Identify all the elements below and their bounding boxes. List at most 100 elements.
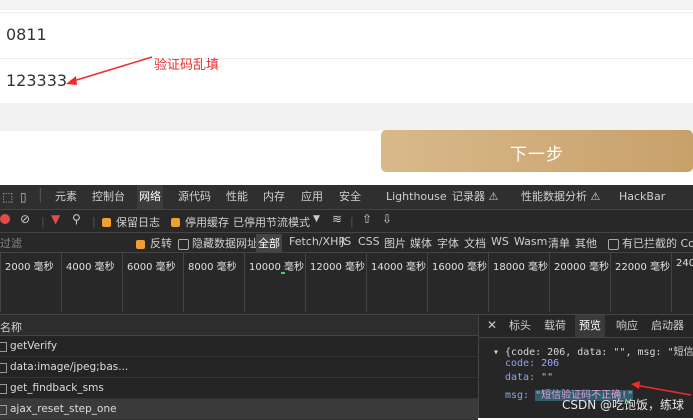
- timeline-tick: 4000 毫秒: [61, 252, 115, 312]
- close-icon[interactable]: ✕: [487, 318, 497, 332]
- timeline-tick-label: 20000 毫秒: [554, 262, 609, 273]
- inspect-icon[interactable]: ⬚: [2, 190, 13, 204]
- tab-sources[interactable]: 源代码: [178, 185, 211, 209]
- disable-cache-checkbox[interactable]: [171, 215, 180, 228]
- chevron-down-icon[interactable]: ▼: [313, 214, 320, 224]
- type-filter-manifest[interactable]: 清单: [548, 235, 570, 251]
- tab-payload[interactable]: 载荷: [544, 315, 566, 337]
- section-divider: [0, 103, 693, 131]
- request-name: data:image/jpeg;bas...: [10, 361, 129, 373]
- timeline-overview[interactable]: 2000 毫秒 4000 毫秒 6000 毫秒 8000 毫秒 10000 毫秒…: [0, 252, 693, 315]
- throttling-select[interactable]: 已停用节流模式: [233, 214, 310, 230]
- tab-elements[interactable]: 元素: [55, 185, 77, 209]
- code-key: code:: [505, 358, 536, 369]
- list-item[interactable]: ajax_reset_step_one: [0, 399, 478, 420]
- timeline-tick-label: 14000 毫秒: [371, 262, 426, 273]
- invert-checkbox[interactable]: [136, 237, 145, 250]
- list-item[interactable]: getVerify: [0, 336, 478, 357]
- preview-data-row: data: "": [505, 372, 553, 383]
- type-filter-js[interactable]: JS: [341, 235, 351, 248]
- tab-performance[interactable]: 性能: [226, 185, 248, 209]
- network-toolbar: ⊘ | ▼ ⚲ | 保留日志 停用缓存 已停用节流模式 ▼ ≋ | ⇧ ⇩: [0, 210, 693, 233]
- type-filter-img[interactable]: 图片: [384, 235, 406, 251]
- request-name: ajax_reset_step_one: [10, 403, 117, 415]
- type-filter-wasm[interactable]: Wasm: [514, 235, 547, 248]
- device-toolbar-icon[interactable]: ▯: [20, 190, 27, 204]
- import-har-icon[interactable]: ⇧: [362, 212, 372, 226]
- list-item[interactable]: get_findback_sms: [0, 378, 478, 399]
- tab-initiator[interactable]: 启动器: [651, 315, 684, 337]
- record-icon[interactable]: [0, 214, 10, 224]
- preview-summary[interactable]: ▾ {code: 206, data: "", msg: "短信验证码: [493, 343, 693, 358]
- toolbar-divider: |: [41, 215, 45, 228]
- request-name: getVerify: [10, 340, 58, 352]
- tab-headers[interactable]: 标头: [509, 315, 531, 337]
- data-value: "": [541, 372, 554, 383]
- next-step-button[interactable]: 下一步: [381, 130, 693, 172]
- preserve-log-checkbox[interactable]: [102, 215, 111, 228]
- search-icon[interactable]: ⚲: [72, 212, 81, 226]
- list-header[interactable]: 名称: [0, 315, 478, 336]
- timeline-tick: 20000 毫秒: [549, 252, 609, 312]
- tab-lighthouse[interactable]: Lighthouse: [386, 185, 447, 209]
- tab-memory[interactable]: 内存: [263, 185, 285, 209]
- invert-label: 反转: [150, 237, 172, 250]
- toolbar-divider: |: [92, 215, 96, 228]
- type-filter-css[interactable]: CSS: [358, 235, 380, 248]
- timeline-tick: 18000 毫秒: [488, 252, 548, 312]
- data-key: data:: [505, 372, 536, 383]
- timeline-tick-label: 240: [676, 258, 693, 269]
- tab-application[interactable]: 应用: [301, 185, 323, 209]
- timeline-tick: 14000 毫秒: [366, 252, 426, 312]
- timeline-tick: 8000 毫秒: [183, 252, 237, 312]
- tab-security[interactable]: 安全: [339, 185, 361, 209]
- preserve-log-label: 保留日志: [116, 216, 160, 229]
- type-filter-doc[interactable]: 文档: [464, 235, 486, 251]
- timeline-tick-label: 22000 毫秒: [615, 262, 670, 273]
- top-strip: [0, 0, 693, 10]
- tab-hackbar[interactable]: HackBar: [619, 185, 665, 209]
- timeline-tick-label: 18000 毫秒: [493, 262, 548, 273]
- annotation-text: 验证码乱填: [154, 58, 220, 73]
- tab-performance-insights[interactable]: 性能数据分析 ⚠: [521, 185, 600, 209]
- timeline-tick-label: 12000 毫秒: [310, 262, 365, 273]
- verification-code-value: 123333: [6, 71, 68, 90]
- type-filter-font[interactable]: 字体: [437, 235, 459, 251]
- phone-field[interactable]: 0811: [0, 12, 693, 58]
- detail-tabbar: ✕ 标头 载荷 预览 响应 启动器: [479, 315, 693, 338]
- request-list: 名称 getVerify data:image/jpeg;bas... get_…: [0, 315, 479, 420]
- filter-input[interactable]: 过滤: [0, 235, 128, 250]
- tab-divider: |: [38, 187, 43, 203]
- timeline-tick-label: 4000 毫秒: [66, 262, 115, 273]
- timeline-tick: 22000 毫秒: [610, 252, 670, 312]
- type-filter-media[interactable]: 媒体: [410, 235, 432, 251]
- hide-data-urls-label: 隐藏数据网址: [192, 237, 258, 250]
- type-filter-all[interactable]: 全部: [256, 234, 282, 252]
- watermark: CSDN @吃饱饭，练球: [562, 398, 685, 412]
- export-har-icon[interactable]: ⇩: [382, 212, 392, 226]
- request-bar: [281, 272, 285, 274]
- clear-icon[interactable]: ⊘: [20, 212, 30, 226]
- filter-bar: 过滤 反转 隐藏数据网址 全部 Fetch/XHR JS CSS 图片 媒体 字…: [0, 232, 693, 253]
- type-filter-fetch-xhr[interactable]: Fetch/XHR: [289, 235, 346, 248]
- timeline-tick-label: 16000 毫秒: [432, 262, 487, 273]
- type-filter-other[interactable]: 其他: [575, 235, 597, 251]
- msg-key: msg:: [505, 390, 530, 401]
- tab-response[interactable]: 响应: [616, 315, 638, 337]
- disable-cache-label: 停用缓存: [185, 216, 229, 229]
- tab-recorder[interactable]: 记录器 ⚠: [452, 185, 498, 209]
- code-value: 206: [541, 358, 560, 369]
- blocked-cookies-checkbox[interactable]: [608, 237, 619, 250]
- timeline-tick: 240: [671, 252, 693, 312]
- timeline-tick-label: 10000 毫秒: [249, 262, 304, 273]
- network-conditions-icon[interactable]: ≋: [332, 212, 342, 226]
- type-filter-ws[interactable]: WS: [491, 235, 509, 248]
- tab-console[interactable]: 控制台: [92, 185, 125, 209]
- tab-preview[interactable]: 预览: [575, 315, 605, 337]
- list-item[interactable]: data:image/jpeg;bas...: [0, 357, 478, 378]
- filter-icon[interactable]: ▼: [51, 212, 60, 226]
- request-name: get_findback_sms: [10, 382, 104, 394]
- devtools-panel: ⬚ ▯ | 元素 控制台 网络 源代码 性能 内存 应用 安全 Lighthou…: [0, 185, 693, 420]
- hide-data-urls-checkbox[interactable]: [178, 237, 189, 250]
- tab-network[interactable]: 网络: [137, 185, 163, 209]
